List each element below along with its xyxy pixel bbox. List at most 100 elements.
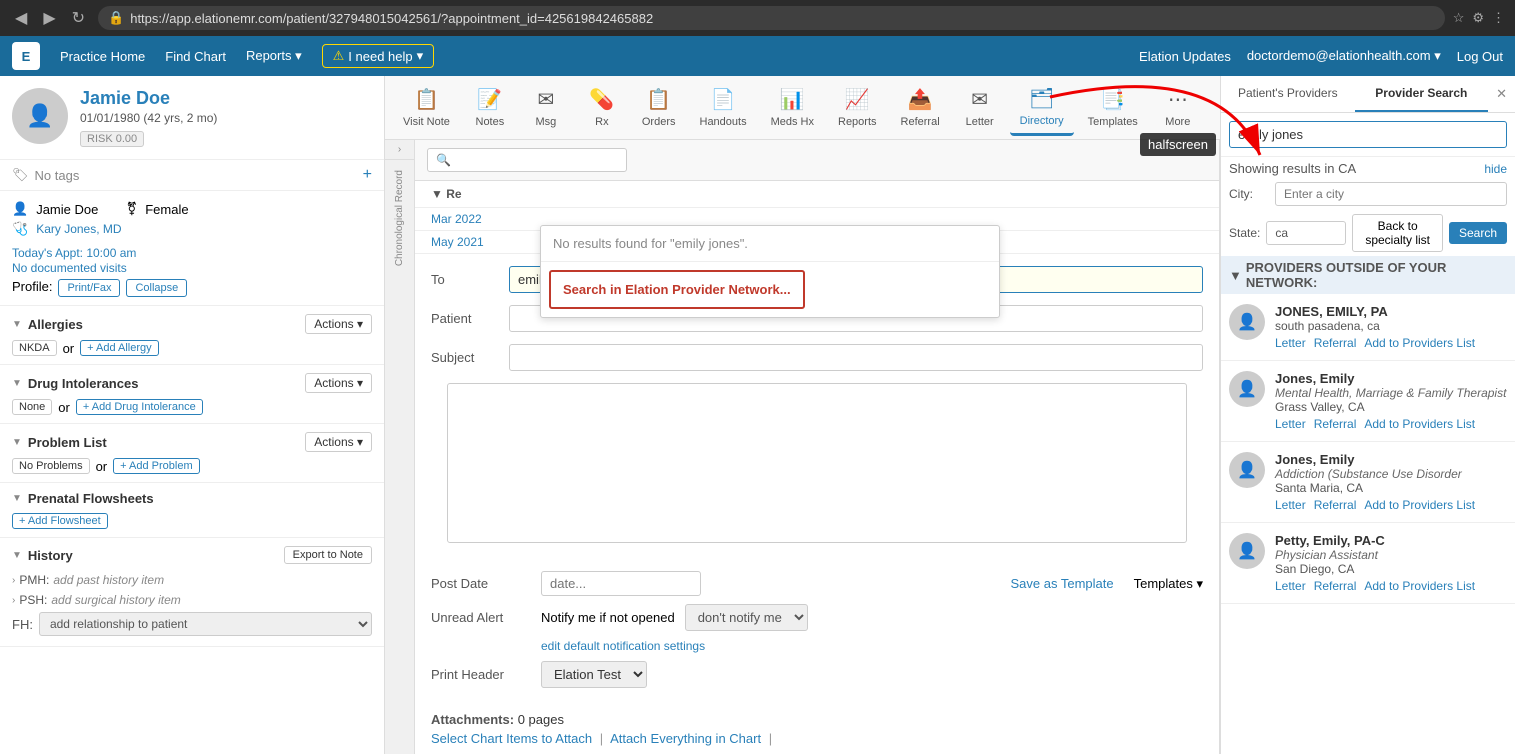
- provider-letter-1[interactable]: Letter: [1275, 417, 1306, 431]
- subject-input[interactable]: [509, 344, 1203, 371]
- directory-icon: 🗂: [1029, 86, 1054, 111]
- referral-icon: 📤: [908, 87, 933, 112]
- provider-referral-3[interactable]: Referral: [1314, 579, 1357, 593]
- edit-notification-link[interactable]: edit default notification settings: [541, 639, 705, 653]
- toolbar-referral[interactable]: 📤 Referral: [891, 81, 950, 134]
- export-note-button[interactable]: Export to Note: [284, 546, 372, 564]
- letter-body[interactable]: [447, 383, 1187, 543]
- provider-referral-2[interactable]: Referral: [1314, 498, 1357, 512]
- toolbar-rx[interactable]: 💊 Rx: [576, 81, 628, 134]
- psh-chevron: ›: [12, 595, 15, 606]
- close-panel-button[interactable]: ✕: [1488, 76, 1515, 112]
- provider-avatar-1: 👤: [1229, 371, 1265, 407]
- toolbar-more[interactable]: ⋯ More: [1152, 81, 1204, 134]
- print-header-select[interactable]: Elation Test: [541, 661, 647, 688]
- state-label: State:: [1229, 226, 1260, 240]
- provider-letter-3[interactable]: Letter: [1275, 579, 1306, 593]
- showing-results-text: Showing results in CA: [1229, 161, 1356, 176]
- problem-actions-button[interactable]: Actions ▾: [305, 432, 372, 452]
- toolbar-reports[interactable]: 📈 Reports: [828, 81, 887, 134]
- toolbar-directory[interactable]: 🗂 Directory: [1010, 80, 1074, 136]
- back-button[interactable]: ◀: [10, 6, 32, 30]
- chr-date-1[interactable]: Mar 2022: [431, 212, 482, 226]
- search-button[interactable]: Search: [1449, 222, 1507, 244]
- provider-add-3[interactable]: Add to Providers List: [1364, 579, 1475, 593]
- patient-md[interactable]: Kary Jones, MD: [36, 222, 121, 236]
- no-tags-row: 🏷 No tags +: [0, 160, 384, 191]
- toolbar: 📋 Visit Note 📝 Notes ✉ Msg 💊 Rx 📋: [385, 76, 1220, 140]
- collapse-button[interactable]: Collapse: [126, 279, 187, 297]
- toolbar-letter[interactable]: ✉ Letter: [954, 81, 1006, 134]
- chr-expand-icon[interactable]: ›: [398, 144, 401, 155]
- address-bar[interactable]: 🔒 https://app.elationemr.com/patient/327…: [98, 6, 1445, 30]
- provider-name-3: Petty, Emily, PA-C: [1275, 533, 1507, 548]
- provider-referral-0[interactable]: Referral: [1314, 336, 1357, 350]
- provider-actions-2: Letter Referral Add to Providers List: [1275, 498, 1507, 512]
- state-input[interactable]: [1266, 221, 1346, 245]
- patient-dob: 01/01/1980 (42 yrs, 2 mo): [80, 111, 372, 125]
- psh-input[interactable]: add surgical history item: [51, 593, 180, 607]
- provider-letter-2[interactable]: Letter: [1275, 498, 1306, 512]
- print-header-label: Print Header: [431, 667, 531, 682]
- provider-add-0[interactable]: Add to Providers List: [1364, 336, 1475, 350]
- templates-dropdown[interactable]: Templates ▾: [1134, 576, 1203, 592]
- allergies-actions-button[interactable]: Actions ▾: [305, 314, 372, 334]
- logout-link[interactable]: Log Out: [1457, 49, 1503, 64]
- practice-home-link[interactable]: Practice Home: [60, 49, 145, 64]
- provider-letter-0[interactable]: Letter: [1275, 336, 1306, 350]
- find-chart-link[interactable]: Find Chart: [165, 49, 226, 64]
- toolbar-templates[interactable]: 📑 Templates: [1078, 81, 1148, 134]
- chr-date-2[interactable]: May 2021: [431, 235, 484, 249]
- elation-updates-link[interactable]: Elation Updates: [1139, 49, 1231, 64]
- toolbar-meds-hx[interactable]: 📊 Meds Hx: [761, 81, 824, 134]
- user-email[interactable]: doctordemo@elationhealth.com ▾: [1247, 48, 1441, 64]
- form-search-input[interactable]: [427, 148, 627, 172]
- add-problem-button[interactable]: + Add Problem: [113, 458, 199, 474]
- forward-button[interactable]: ▶: [38, 6, 60, 30]
- reports-link[interactable]: Reports ▾: [246, 48, 302, 64]
- attachments-section: Attachments: 0 pages Select Chart Items …: [415, 704, 1219, 754]
- toolbar-msg[interactable]: ✉ Msg: [520, 81, 572, 134]
- help-button[interactable]: ⚠ I need help ▾: [322, 44, 435, 68]
- provider-specialty-3: Physician Assistant: [1275, 548, 1507, 562]
- toolbar-visit-note[interactable]: 📋 Visit Note: [393, 81, 460, 134]
- patient-name[interactable]: Jamie Doe: [80, 88, 372, 109]
- no-visits-link[interactable]: No documented visits: [12, 261, 127, 275]
- handouts-icon: 📄: [711, 87, 736, 112]
- fh-row: FH: add relationship to patient: [12, 610, 372, 638]
- save-template-link[interactable]: Save as Template: [1010, 576, 1113, 591]
- post-date-input[interactable]: [541, 571, 701, 596]
- add-flowsheet-button[interactable]: + Add Flowsheet: [12, 513, 108, 529]
- select-chart-items-link[interactable]: Select Chart Items to Attach: [431, 731, 592, 746]
- browser-nav: ◀ ▶ ↻: [10, 6, 90, 30]
- toolbar-orders[interactable]: 📋 Orders: [632, 81, 686, 134]
- search-elation-network-button[interactable]: Search in Elation Provider Network...: [549, 270, 805, 309]
- drug-actions-button[interactable]: Actions ▾: [305, 373, 372, 393]
- to-label: To: [431, 266, 501, 287]
- unread-select[interactable]: don't notify me: [685, 604, 808, 631]
- appt-today-link[interactable]: Today's Appt: 10:00 am: [12, 246, 136, 260]
- provider-search-input[interactable]: [1229, 121, 1507, 148]
- prenatal-title: ▼ Prenatal Flowsheets: [12, 491, 372, 506]
- attach-everything-link[interactable]: Attach Everything in Chart: [610, 731, 761, 746]
- print-fax-button[interactable]: Print/Fax: [58, 279, 120, 297]
- letter-icon: ✉: [971, 87, 988, 112]
- hide-filter-link[interactable]: hide: [1484, 162, 1507, 176]
- provider-add-2[interactable]: Add to Providers List: [1364, 498, 1475, 512]
- add-drug-button[interactable]: + Add Drug Intolerance: [76, 399, 203, 415]
- add-tag-button[interactable]: +: [363, 166, 372, 184]
- toolbar-notes[interactable]: 📝 Notes: [464, 81, 516, 134]
- refresh-button[interactable]: ↻: [67, 6, 90, 30]
- pmh-input[interactable]: add past history item: [53, 573, 164, 587]
- provider-add-1[interactable]: Add to Providers List: [1364, 417, 1475, 431]
- tab-provider-search[interactable]: Provider Search: [1355, 76, 1489, 112]
- add-allergy-button[interactable]: + Add Allergy: [80, 340, 159, 356]
- back-specialty-button[interactable]: Back to specialty list: [1352, 214, 1443, 252]
- toolbar-handouts[interactable]: 📄 Handouts: [690, 81, 757, 134]
- fh-select[interactable]: add relationship to patient: [39, 612, 372, 636]
- city-input[interactable]: [1275, 182, 1507, 206]
- problem-row: No Problems or + Add Problem: [12, 458, 372, 474]
- app-logo: E: [12, 42, 40, 70]
- tab-patients-providers[interactable]: Patient's Providers: [1221, 76, 1355, 112]
- provider-referral-1[interactable]: Referral: [1314, 417, 1357, 431]
